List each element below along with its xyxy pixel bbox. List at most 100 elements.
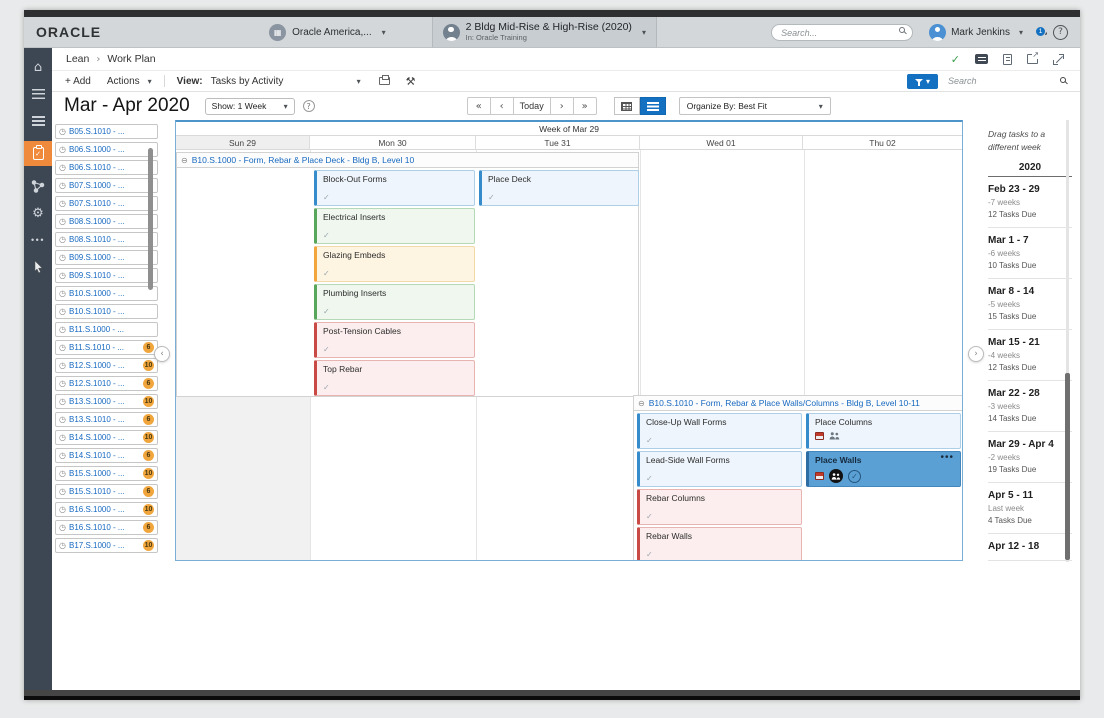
task-list-item[interactable]: ◷ B15.S.1000 - ... 10 bbox=[55, 466, 158, 481]
clock-icon: ◷ bbox=[59, 487, 66, 496]
task-list-item[interactable]: ◷ B08.S.1010 - ... bbox=[55, 232, 158, 247]
global-search bbox=[771, 23, 914, 42]
task-list-item[interactable]: ◷ B17.S.1000 - ... 10 bbox=[55, 538, 158, 553]
week-entry[interactable]: Mar 22 - 28 -3 weeks 14 Tasks Due bbox=[988, 381, 1072, 432]
info-help-icon[interactable]: ? bbox=[302, 100, 315, 112]
network-icon[interactable] bbox=[31, 179, 45, 193]
task-card[interactable]: Rebar Walls ✓ bbox=[637, 527, 802, 560]
week-panel-scrollbar[interactable] bbox=[1065, 373, 1070, 560]
org-selector[interactable]: ▦ Oracle America,... ▾ bbox=[259, 17, 395, 47]
workplan-active-item[interactable]: ✓ bbox=[24, 141, 52, 166]
task-list-item[interactable]: ◷ B16.S.1000 - ... 10 bbox=[55, 502, 158, 517]
calendar-grid-toggle[interactable] bbox=[613, 97, 640, 115]
print-icon[interactable] bbox=[378, 74, 390, 85]
organize-by-select[interactable]: Organize By: Best Fit ▾ bbox=[678, 97, 831, 115]
task-card[interactable]: Close-Up Wall Forms ✓ bbox=[637, 413, 802, 449]
task-card[interactable]: Block-Out Forms ✓ bbox=[314, 170, 475, 206]
crew-badge-icon[interactable] bbox=[829, 469, 843, 483]
task-list-item[interactable]: ◷ B07.S.1000 - ... bbox=[55, 178, 158, 193]
constraint-icon[interactable] bbox=[815, 472, 824, 480]
filter-button[interactable]: ▾ bbox=[907, 73, 938, 89]
task-list-item[interactable]: ◷ B15.S.1010 - ... 6 bbox=[55, 484, 158, 499]
task-card[interactable]: Post-Tension Cables ✓ bbox=[314, 322, 475, 358]
task-list-item[interactable]: ◷ B05.S.1010 - ... bbox=[55, 124, 158, 139]
last-week-button[interactable]: » bbox=[572, 97, 597, 115]
export-icon[interactable]: ↗ bbox=[1027, 51, 1039, 64]
done-check-icon: ✓ bbox=[323, 345, 330, 354]
search-icon bbox=[899, 26, 906, 33]
task-list-item[interactable]: ◷ B11.S.1010 - ... 6 bbox=[55, 340, 158, 355]
task-card-selected[interactable]: Place Walls ••• ✓ bbox=[806, 451, 961, 487]
user-menu[interactable]: Mark Jenkins ▾ bbox=[929, 23, 1023, 41]
task-list-item[interactable]: ◷ B09.S.1010 - ... bbox=[55, 268, 158, 283]
task-card[interactable]: Place Columns bbox=[806, 413, 961, 449]
today-button[interactable]: Today bbox=[512, 97, 551, 115]
complete-check-icon[interactable]: ✓ bbox=[848, 469, 861, 483]
task-list-item[interactable]: ◷ B14.S.1010 - ... 6 bbox=[55, 448, 158, 463]
first-week-button[interactable]: « bbox=[466, 97, 491, 115]
home-icon[interactable]: ⌂ bbox=[34, 60, 42, 74]
card-menu-icon[interactable]: ••• bbox=[940, 453, 954, 463]
toolbar-search-input[interactable] bbox=[946, 75, 1066, 87]
task-card[interactable]: Place Deck ✓ bbox=[479, 170, 639, 206]
task-card[interactable]: Top Rebar ✓ bbox=[314, 360, 475, 396]
customize-tools-icon[interactable]: ⚒ bbox=[406, 75, 416, 88]
task-list-item[interactable]: ◷ B14.S.1000 - ... 10 bbox=[55, 430, 158, 445]
week-entry[interactable]: Mar 15 - 21 -4 weeks 12 Tasks Due bbox=[988, 330, 1072, 381]
week-entry[interactable]: Mar 1 - 7 -6 weeks 10 Tasks Due bbox=[988, 228, 1072, 279]
global-search-input[interactable] bbox=[771, 24, 914, 42]
task-list-item[interactable]: ◷ B10.S.1000 - ... bbox=[55, 286, 158, 301]
fullscreen-icon[interactable] bbox=[1053, 53, 1064, 65]
week-entry[interactable]: Apr 5 - 11 Last week 4 Tasks Due bbox=[988, 483, 1072, 534]
task-list-item[interactable]: ◷ B12.S.1000 - ... 10 bbox=[55, 358, 158, 373]
task-list-item[interactable]: ◷ B07.S.1010 - ... bbox=[55, 196, 158, 211]
plans-icon[interactable] bbox=[31, 114, 45, 128]
task-list-item[interactable]: ◷ B13.S.1000 - ... 10 bbox=[55, 394, 158, 409]
chevron-down-icon: ▾ bbox=[381, 27, 386, 37]
task-list-item[interactable]: ◷ B12.S.1010 - ... 6 bbox=[55, 376, 158, 391]
constraint-icon[interactable] bbox=[815, 432, 824, 440]
task-card[interactable]: Plumbing Inserts ✓ bbox=[314, 284, 475, 320]
more-icon[interactable]: ••• bbox=[31, 233, 45, 247]
task-list-item[interactable]: ◷ B06.S.1000 - ... bbox=[55, 142, 158, 157]
week-entry[interactable]: Feb 23 - 29 -7 weeks 12 Tasks Due bbox=[988, 177, 1072, 228]
help-button[interactable]: ? bbox=[1053, 24, 1068, 40]
clock-icon: ◷ bbox=[59, 217, 66, 226]
task-card[interactable]: Electrical Inserts ✓ bbox=[314, 208, 475, 244]
task-card[interactable]: Rebar Columns ✓ bbox=[637, 489, 802, 525]
activity-lane-header[interactable]: ⊖ B10.S.1000 - Form, Rebar & Place Deck … bbox=[177, 153, 638, 168]
week-entry[interactable]: Mar 8 - 14 -5 weeks 15 Tasks Due bbox=[988, 279, 1072, 330]
task-list-item[interactable]: ◷ B08.S.1000 - ... bbox=[55, 214, 158, 229]
activity-lane-header[interactable]: ⊖ B10.S.1010 - Form, Rebar & Place Walls… bbox=[634, 396, 962, 411]
task-card[interactable]: Glazing Embeds ✓ bbox=[314, 246, 475, 282]
task-list-item[interactable]: ◷ B11.S.1000 - ... bbox=[55, 322, 158, 337]
task-list-item[interactable]: ◷ B13.S.1010 - ... 6 bbox=[55, 412, 158, 427]
task-list-item[interactable]: ◷ B16.S.1010 - ... 6 bbox=[55, 520, 158, 535]
collapse-right-panel-button[interactable]: › bbox=[968, 346, 984, 362]
collapse-left-panel-button[interactable]: ‹ bbox=[154, 346, 170, 362]
task-list-item[interactable]: ◷ B06.S.1010 - ... bbox=[55, 160, 158, 175]
actions-menu-button[interactable]: Actions ▾ bbox=[107, 76, 152, 87]
task-count-badge: 10 bbox=[143, 360, 154, 371]
lane-status-icon: ⊖ bbox=[638, 398, 645, 408]
approve-check-icon[interactable]: ✓ bbox=[951, 53, 960, 66]
project-selector[interactable]: 2 Bldg Mid-Rise & High-Rise (2020) In: O… bbox=[431, 17, 657, 47]
swimlane-toggle-active[interactable] bbox=[639, 97, 666, 115]
document-icon[interactable] bbox=[1003, 53, 1012, 65]
board-view-icon[interactable] bbox=[975, 54, 988, 64]
week-entry[interactable]: Mar 29 - Apr 4 -2 weeks 19 Tasks Due bbox=[988, 432, 1072, 483]
add-button[interactable]: + Add bbox=[65, 76, 91, 87]
show-range-select[interactable]: Show: 1 Week ▾ bbox=[204, 97, 295, 115]
task-list-scrollbar[interactable] bbox=[148, 148, 153, 290]
week-entry[interactable]: Apr 12 - 18 bbox=[988, 534, 1072, 561]
next-week-button[interactable]: › bbox=[549, 97, 574, 115]
task-list-item[interactable]: ◷ B09.S.1000 - ... bbox=[55, 250, 158, 265]
task-list-item[interactable]: ◷ B10.S.1010 - ... bbox=[55, 304, 158, 319]
breadcrumb-section[interactable]: Lean bbox=[66, 53, 89, 65]
crew-icon[interactable] bbox=[829, 427, 840, 445]
previous-week-button[interactable]: ‹ bbox=[489, 97, 514, 115]
list-icon[interactable] bbox=[31, 87, 45, 101]
gear-icon[interactable]: ⚙ bbox=[32, 206, 44, 220]
view-select[interactable]: Tasks by Activity ▾ bbox=[211, 76, 361, 87]
task-card[interactable]: Lead-Side Wall Forms ✓ bbox=[637, 451, 802, 487]
